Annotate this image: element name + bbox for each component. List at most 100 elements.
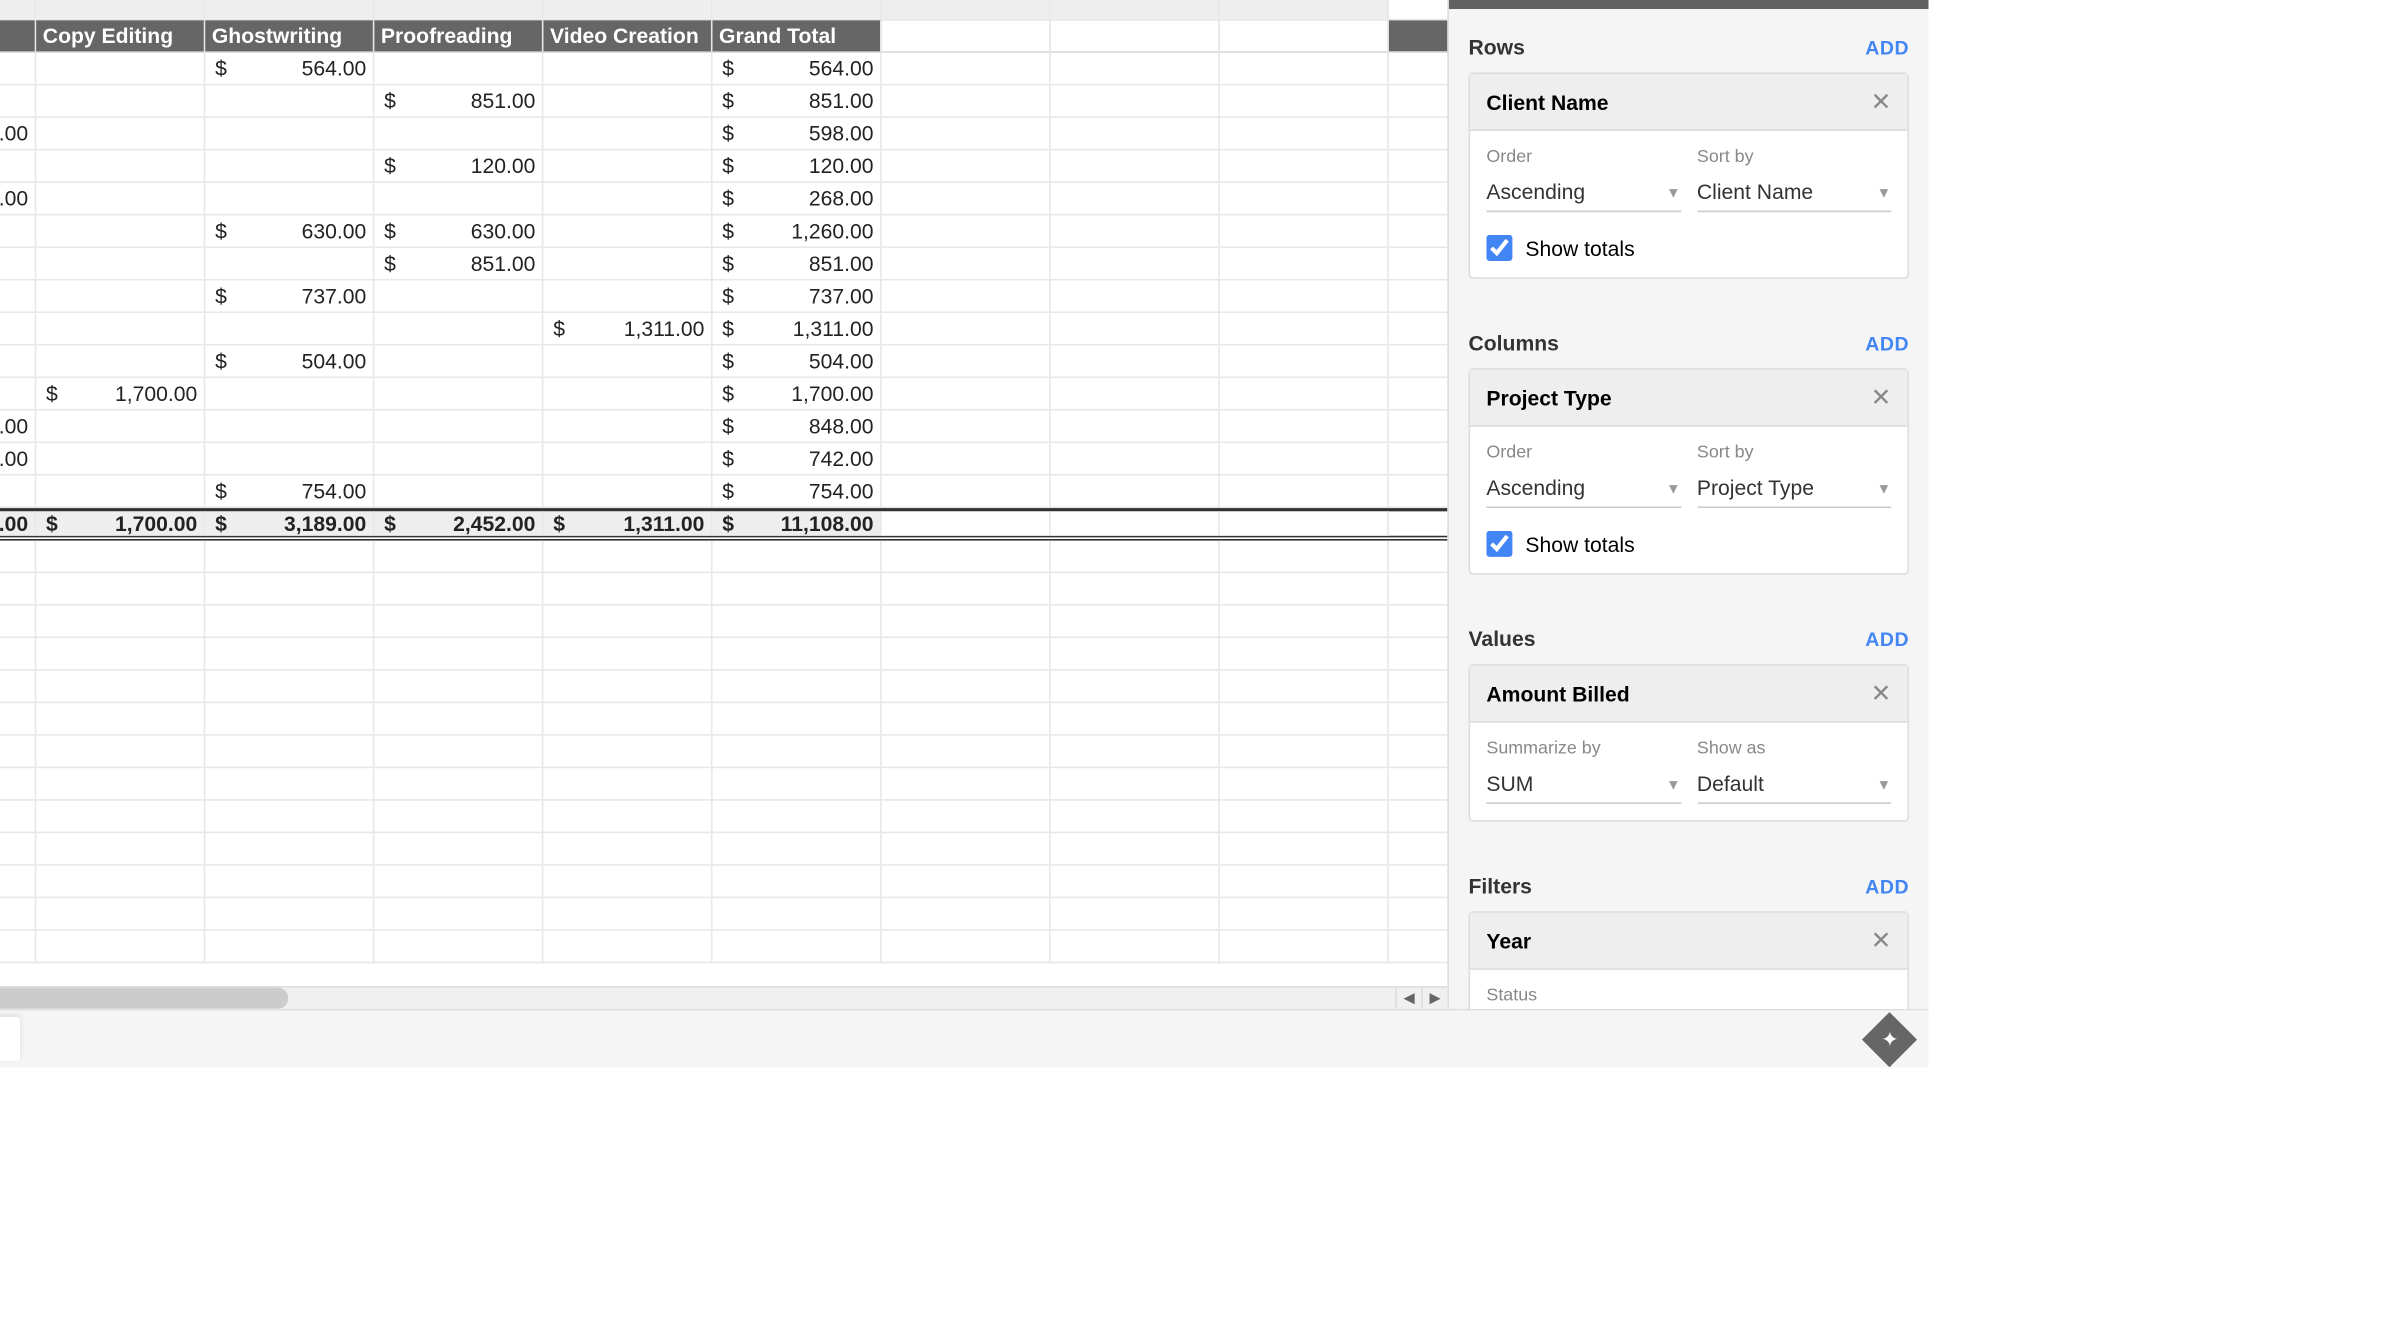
cell[interactable] [36,183,205,214]
cell[interactable] [882,20,1051,51]
cell[interactable]: $504.00 [205,346,374,377]
cell[interactable] [1220,183,1389,214]
cell[interactable] [543,638,712,669]
cell[interactable] [0,638,36,669]
cell[interactable] [205,768,374,799]
cell[interactable] [1220,931,1389,962]
cell[interactable] [1051,85,1220,116]
cell[interactable] [205,931,374,962]
cell[interactable] [713,931,882,962]
spreadsheet-grid[interactable]: ABCDEFGHIJ 12345678910111213141516171819… [0,0,1447,1009]
cell[interactable] [1051,638,1220,669]
cell[interactable] [882,411,1051,442]
cell[interactable] [1220,411,1389,442]
cell[interactable] [205,85,374,116]
cell[interactable] [882,931,1051,962]
cell[interactable] [543,118,712,149]
cell[interactable] [36,638,205,669]
cell[interactable] [0,281,36,312]
cell[interactable]: $598.00 [713,118,882,149]
cell[interactable] [713,801,882,832]
cell[interactable] [543,898,712,929]
cell[interactable] [0,378,36,409]
cell[interactable] [543,606,712,637]
cell[interactable] [882,378,1051,409]
cell[interactable] [882,443,1051,474]
cell[interactable] [543,768,712,799]
cell[interactable]: $2,452.00 [374,511,543,535]
cell[interactable] [36,801,205,832]
cell[interactable] [1220,443,1389,474]
cell[interactable]: $851.00 [374,85,543,116]
cell[interactable] [543,671,712,702]
cell[interactable] [543,85,712,116]
cell[interactable]: Project Type [0,0,36,19]
cell[interactable] [36,281,205,312]
cell[interactable] [1051,443,1220,474]
cell[interactable] [543,53,712,84]
cell[interactable] [1220,313,1389,344]
cell[interactable]: $504.00 [713,346,882,377]
remove-columns-field-icon[interactable]: ✕ [1871,383,1891,412]
cell[interactable] [36,606,205,637]
cell[interactable] [36,866,205,897]
cell[interactable]: $2,456.00 [0,511,36,535]
cell[interactable] [1051,248,1220,279]
cell[interactable] [882,541,1051,572]
cell[interactable] [36,346,205,377]
cell[interactable] [0,833,36,864]
cell[interactable] [1051,511,1220,535]
cell[interactable]: $848.00 [0,411,36,442]
cell[interactable] [882,476,1051,507]
cell[interactable] [1220,281,1389,312]
cell[interactable] [36,671,205,702]
cell[interactable] [543,215,712,246]
cell[interactable] [1220,768,1389,799]
cell[interactable]: $1,311.00 [543,511,712,535]
cell[interactable] [0,898,36,929]
cell[interactable] [36,573,205,604]
cell[interactable] [882,215,1051,246]
cell[interactable] [205,0,374,19]
cell[interactable] [1051,898,1220,929]
cell[interactable] [0,768,36,799]
cell[interactable] [1220,511,1389,535]
cell[interactable] [1220,118,1389,149]
cell[interactable] [36,768,205,799]
cell[interactable] [36,118,205,149]
cell[interactable] [374,833,543,864]
explore-button[interactable]: ✦ [1862,1011,1917,1066]
cell[interactable]: Copy Editing [36,20,205,51]
cell[interactable] [1051,833,1220,864]
cell[interactable] [1051,866,1220,897]
cell[interactable] [543,411,712,442]
cell[interactable] [1051,346,1220,377]
cell[interactable] [1220,20,1389,51]
cell[interactable] [882,53,1051,84]
cell[interactable] [882,671,1051,702]
cell[interactable]: Proofreading [374,20,543,51]
cell[interactable] [1220,476,1389,507]
cell[interactable] [0,671,36,702]
cell[interactable] [374,801,543,832]
cell[interactable] [0,476,36,507]
cell[interactable]: $268.00 [713,183,882,214]
cell[interactable]: $851.00 [713,248,882,279]
cell[interactable] [36,150,205,181]
cell[interactable] [1220,150,1389,181]
cell[interactable] [1051,313,1220,344]
cell[interactable]: $1,311.00 [543,313,712,344]
scroll-right-icon[interactable]: ▶ [1421,988,1447,1009]
values-showas-select[interactable]: Default▼ [1697,765,1891,804]
cell[interactable] [0,931,36,962]
cell[interactable] [543,346,712,377]
cell[interactable]: $1,700.00 [713,378,882,409]
cell[interactable] [882,801,1051,832]
rows-order-select[interactable]: Ascending▼ [1486,173,1680,212]
cell[interactable] [1051,20,1220,51]
cell[interactable] [1220,606,1389,637]
cell[interactable] [205,898,374,929]
add-filters-button[interactable]: ADD [1865,875,1909,898]
cell[interactable] [543,736,712,767]
cell[interactable] [1220,573,1389,604]
